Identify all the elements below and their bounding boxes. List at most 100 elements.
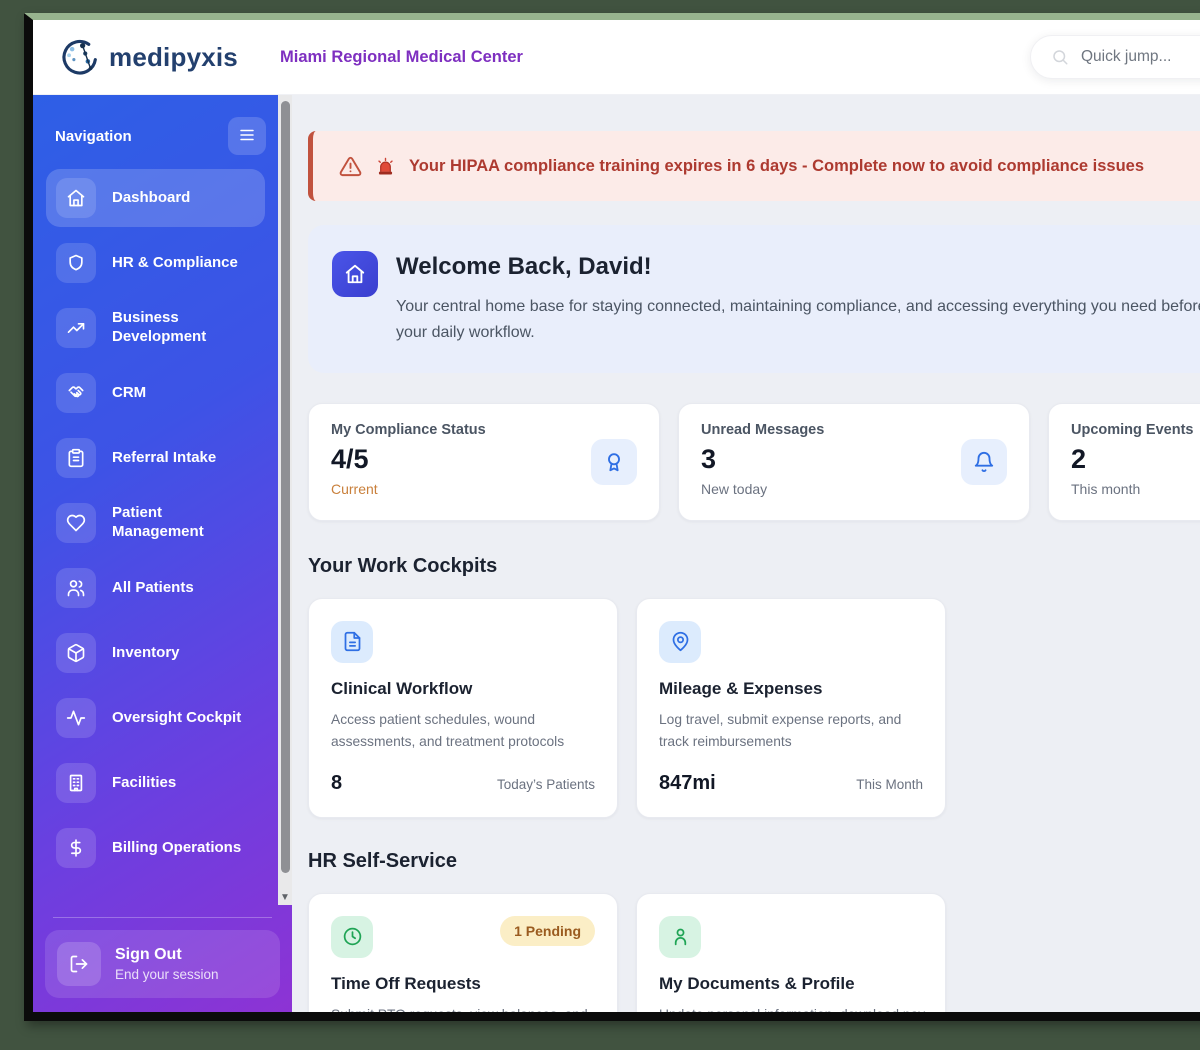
alert-triangle-icon: [339, 155, 362, 178]
nav-item-icon: [56, 828, 96, 868]
stat-sub-label: New today: [701, 480, 768, 497]
search-icon: [1051, 48, 1069, 66]
brand-name: medipyxis: [109, 41, 238, 72]
sidebar-nav-item[interactable]: Oversight Cockpit: [46, 689, 265, 747]
nav-item-label: Dashboard: [112, 188, 191, 206]
sidebar-nav-item[interactable]: Referral Intake: [46, 429, 265, 487]
medipyxis-logo-icon: [59, 36, 101, 78]
sidebar: Navigation Dashboard HR & Compliance Bus…: [33, 95, 292, 1012]
sidebar-nav-item[interactable]: All Patients: [46, 559, 265, 617]
card-icon: [331, 620, 373, 663]
stat-card[interactable]: Unread Messages 3 New today: [678, 402, 1030, 521]
card-description: Access patient schedules, wound assessme…: [331, 711, 565, 750]
nav-item-label: HR & Compliance: [112, 253, 238, 271]
scrollbar-thumb[interactable]: [280, 101, 290, 873]
stat-sub-label: This month: [1071, 480, 1141, 497]
card-icon: [331, 915, 373, 958]
section-title-hr-self-service: HR Self-Service: [308, 849, 457, 872]
stat-icon: [961, 438, 1007, 485]
sidebar-nav-item[interactable]: CRM: [46, 364, 265, 422]
nav-item-label: Billing Operations: [112, 838, 242, 856]
section-title-work-cockpits: Your Work Cockpits: [308, 554, 498, 577]
app-header: medipyxis Miami Regional Medical Center …: [33, 20, 1200, 95]
nav-item-label: Business Development: [112, 309, 207, 345]
nav-item-label: Facilities: [112, 773, 177, 791]
card-footer: 8 Today’s Patients: [331, 772, 595, 795]
nav-item-icon: [56, 308, 96, 348]
stat-icon: [591, 438, 637, 485]
content-column: Your HIPAA compliance training expires i…: [308, 131, 1200, 1012]
card-title: Clinical Workflow: [331, 678, 473, 698]
hipaa-compliance-alert[interactable]: Your HIPAA compliance training expires i…: [308, 131, 1200, 201]
sign-out-button[interactable]: Sign Out End your session: [45, 930, 280, 998]
card-description: Update personal information, download pa…: [659, 1004, 933, 1012]
card-stat-value: 847mi: [659, 771, 716, 794]
nav-item-label: CRM: [112, 383, 147, 401]
hr-self-service-row: 1 Pending Time Off Requests Submit PTO r…: [308, 892, 1200, 1012]
sidebar-header: Navigation: [33, 95, 292, 155]
stat-label: Upcoming Events: [1071, 421, 1194, 438]
hr-card[interactable]: My Documents & Profile Update personal i…: [636, 892, 946, 1012]
work-cockpits-row: Clinical Workflow Access patient schedul…: [308, 597, 1200, 818]
search-placeholder: Quick jump...: [1081, 48, 1172, 65]
card-icon: [659, 620, 701, 663]
welcome-title: Welcome Back, David!: [396, 253, 652, 280]
card-title: Mileage & Expenses: [659, 678, 823, 698]
menu-toggle-button[interactable]: [228, 117, 266, 155]
desktop-background: medipyxis Miami Regional Medical Center …: [0, 0, 1200, 1050]
nav-item-icon: [56, 633, 96, 673]
nav-item-icon: [56, 373, 96, 413]
nav-item-icon: [56, 243, 96, 283]
body-row: Navigation Dashboard HR & Compliance Bus…: [33, 95, 1200, 1012]
nav-item-label: Inventory: [112, 643, 180, 661]
main-content: Your HIPAA compliance training expires i…: [292, 95, 1200, 1012]
sidebar-nav: Dashboard HR & Compliance Business Devel…: [46, 169, 265, 877]
sidebar-nav-item[interactable]: Patient Management: [46, 494, 265, 552]
navigation-label: Navigation: [55, 127, 132, 145]
sidebar-scrollbar[interactable]: ▼: [278, 95, 292, 905]
card-stat-value: 8: [331, 771, 343, 794]
sign-out-label: Sign Out: [115, 946, 182, 963]
stat-card[interactable]: Upcoming Events 2 This month: [1048, 402, 1200, 521]
stat-label: My Compliance Status: [331, 421, 486, 438]
app-window: medipyxis Miami Regional Medical Center …: [24, 13, 1200, 1021]
menu-icon: [238, 126, 256, 147]
nav-item-icon: [56, 438, 96, 478]
organization-name: Miami Regional Medical Center: [279, 47, 523, 66]
cockpit-card[interactable]: Mileage & Expenses Log travel, submit ex…: [636, 597, 946, 818]
stat-card[interactable]: My Compliance Status 4/5 Current: [308, 402, 660, 521]
welcome-body: Your central home base for staying conne…: [396, 298, 1200, 342]
sidebar-nav-item[interactable]: Facilities: [46, 754, 265, 812]
nav-item-label: All Patients: [112, 578, 194, 596]
nav-item-label: Oversight Cockpit: [112, 708, 242, 726]
sidebar-divider: [53, 917, 272, 918]
stat-label: Unread Messages: [701, 421, 825, 438]
nav-item-icon: [56, 568, 96, 608]
cockpit-card[interactable]: Clinical Workflow Access patient schedul…: [308, 597, 618, 818]
quick-jump-search[interactable]: Quick jump...: [1030, 35, 1200, 79]
card-icon: [659, 915, 701, 958]
sidebar-footer: Sign Out End your session: [33, 917, 292, 1012]
card-title: My Documents & Profile: [659, 973, 855, 993]
sidebar-nav-item[interactable]: Business Development: [46, 299, 265, 357]
siren-icon: [375, 156, 396, 177]
nav-item-icon: [56, 763, 96, 803]
nav-item-label: Patient Management: [112, 504, 204, 540]
nav-item-icon: [56, 178, 96, 218]
nav-item-icon: [56, 503, 96, 543]
card-stat-label: Today’s Patients: [496, 776, 595, 792]
alert-text: Your HIPAA compliance training expires i…: [409, 156, 1145, 175]
card-footer: 847mi This Month: [659, 772, 923, 795]
log-out-icon: [57, 942, 101, 986]
stat-value: 2: [1071, 443, 1087, 474]
scrollbar-down-arrow[interactable]: ▼: [278, 892, 292, 904]
sidebar-nav-item[interactable]: HR & Compliance: [46, 234, 265, 292]
pending-badge: 1 Pending: [500, 915, 595, 946]
stats-row: My Compliance Status 4/5 Current Unread …: [308, 402, 1200, 521]
card-title: Time Off Requests: [331, 973, 481, 993]
sidebar-nav-item[interactable]: Inventory: [46, 624, 265, 682]
sidebar-nav-item[interactable]: Billing Operations: [46, 819, 265, 877]
hr-card[interactable]: 1 Pending Time Off Requests Submit PTO r…: [308, 892, 618, 1012]
sidebar-nav-item[interactable]: Dashboard: [46, 169, 265, 227]
card-stat-label: This Month: [856, 776, 923, 792]
